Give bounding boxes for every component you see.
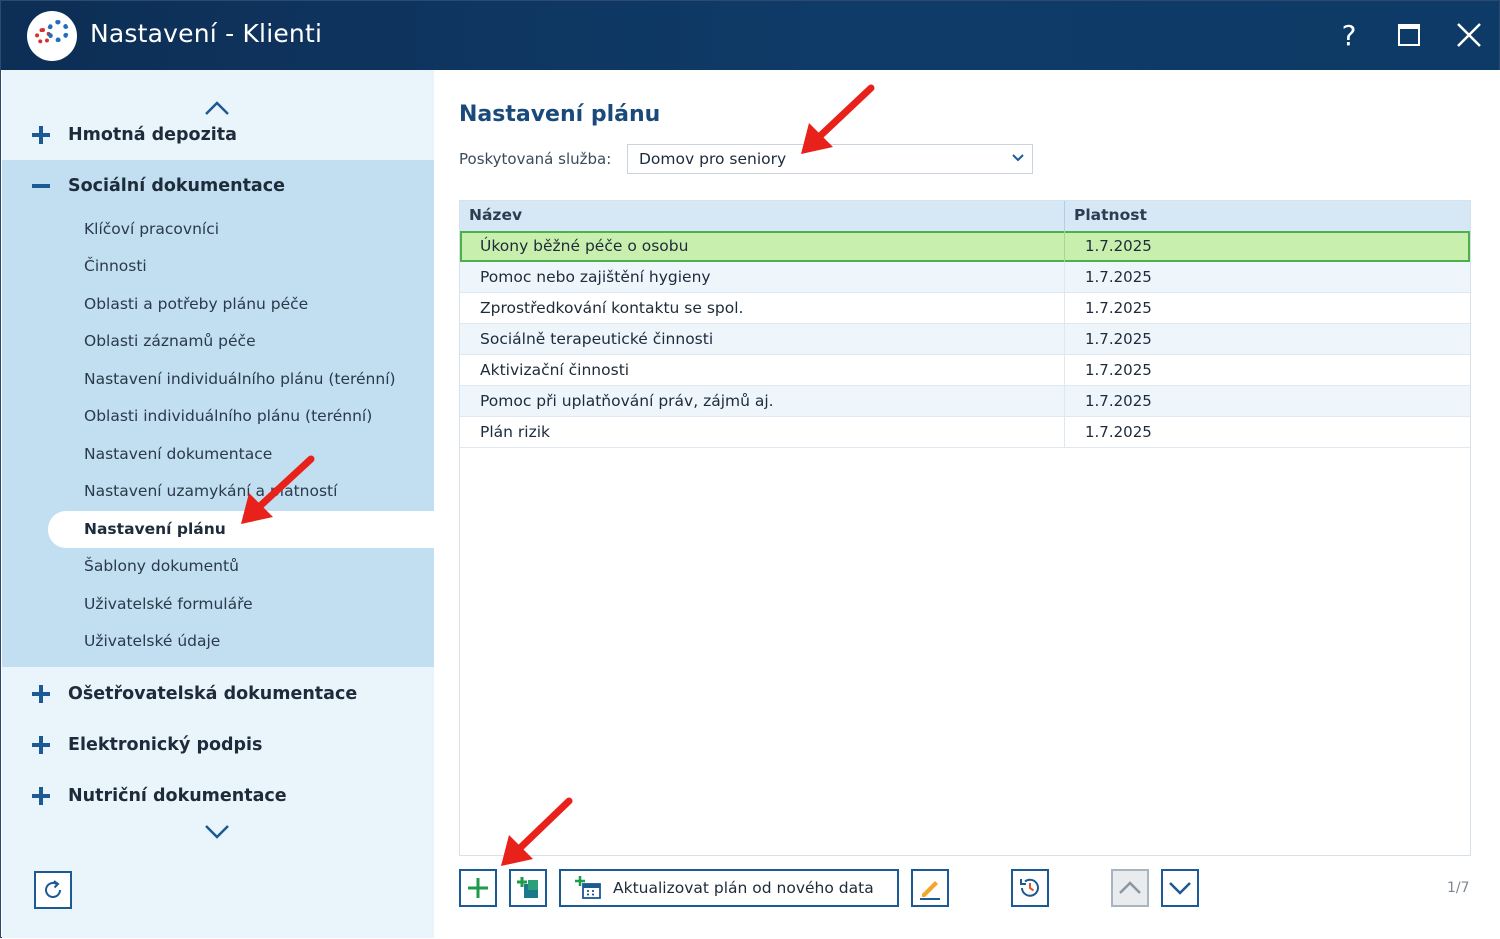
expand-plus-icon [32, 126, 50, 144]
row-validity: 1.7.2025 [1085, 423, 1152, 441]
row-name: Zprostředkování kontaktu se spol. [480, 299, 744, 317]
expand-plus-icon [32, 787, 50, 805]
row-validity: 1.7.2025 [1085, 330, 1152, 348]
history-button[interactable] [1011, 869, 1049, 907]
row-name: Úkony běžné péče o osobu [480, 237, 689, 255]
column-header-validity[interactable]: Platnost [1074, 206, 1147, 224]
column-header-name[interactable]: Název [469, 206, 522, 224]
table-row[interactable]: Pomoc nebo zajištění hygieny 1.7.2025 [460, 262, 1470, 293]
update-plan-button[interactable]: Aktualizovat plán od nového data [559, 869, 899, 907]
refresh-button[interactable] [34, 871, 72, 909]
move-down-button[interactable] [1161, 869, 1199, 907]
window-title: Nastavení - Klienti [90, 19, 323, 48]
sidebar-item-cinnosti[interactable]: Činnosti [84, 248, 147, 285]
table-row[interactable]: Úkony běžné péče o osobu 1.7.2025 [460, 231, 1470, 262]
expand-plus-icon [32, 736, 50, 754]
plus-icon [468, 878, 488, 898]
service-label: Poskytovaná služba: [459, 150, 612, 168]
table-row[interactable]: Zprostředkování kontaktu se spol. 1.7.20… [460, 293, 1470, 324]
scroll-down-icon[interactable] [202, 822, 232, 842]
close-button[interactable] [1449, 15, 1489, 55]
calendar-plus-icon [575, 876, 601, 899]
main-panel: Nastavení plánu Poskytovaná služba: Domo… [434, 70, 1500, 938]
sidebar-item-sablony-dokumentu[interactable]: Šablony dokumentů [84, 548, 239, 585]
sidebar-item-nastaveni-uzamykani[interactable]: Nastavení uzamykání a platností [84, 473, 337, 510]
sidebar-item-uzivatelske-udaje[interactable]: Uživatelské údaje [84, 623, 220, 660]
table-row[interactable]: Sociálně terapeutické činnosti 1.7.2025 [460, 324, 1470, 355]
help-button[interactable]: ? [1329, 15, 1369, 55]
section-socialni-dokumentace[interactable]: Sociální dokumentace [2, 161, 434, 211]
table-row[interactable]: Plán rizik 1.7.2025 [460, 417, 1470, 448]
row-name: Pomoc při uplatňování práv, zájmů aj. [480, 392, 774, 410]
row-validity: 1.7.2025 [1085, 361, 1152, 379]
table-row[interactable]: Aktivizační činnosti 1.7.2025 [460, 355, 1470, 386]
update-plan-label: Aktualizovat plán od nového data [613, 879, 874, 897]
pencil-icon [920, 881, 940, 900]
service-select[interactable]: Domov pro seniory [627, 144, 1033, 174]
refresh-icon [45, 880, 61, 898]
section-label: Nutriční dokumentace [68, 786, 287, 806]
section-label: Elektronický podpis [68, 735, 263, 755]
chevron-up-icon [1119, 881, 1141, 894]
section-elektronicky-podpis[interactable]: Elektronický podpis [2, 720, 434, 770]
page-title: Nastavení plánu [459, 102, 661, 127]
row-name: Plán rizik [480, 423, 550, 441]
plan-table: Název Platnost Úkony běžné péče o osobu … [459, 200, 1471, 856]
sidebar-item-nastaveni-dokumentace[interactable]: Nastavení dokumentace [84, 436, 272, 473]
copy-plus-icon [517, 877, 538, 898]
row-name: Sociálně terapeutické činnosti [480, 330, 714, 348]
sidebar-item-klicovi-pracovnici[interactable]: Klíčoví pracovníci [84, 211, 219, 248]
row-validity: 1.7.2025 [1085, 237, 1152, 255]
expand-plus-icon [32, 685, 50, 703]
section-label: Ošetřovatelská dokumentace [68, 684, 358, 704]
sidebar-item-oblasti-planu-pece[interactable]: Oblasti a potřeby plánu péče [84, 286, 308, 323]
edit-button[interactable] [911, 869, 949, 907]
sidebar-item-active-label: Nastavení plánu [84, 520, 226, 538]
close-icon [1457, 23, 1481, 47]
row-validity: 1.7.2025 [1085, 299, 1152, 317]
section-osetrovatelska-dokumentace[interactable]: Ošetřovatelská dokumentace [2, 669, 434, 719]
collapse-minus-icon [32, 177, 50, 195]
row-name: Aktivizační činnosti [480, 361, 630, 379]
add-button[interactable] [459, 869, 497, 907]
sidebar-item-oblasti-ind-planu[interactable]: Oblasti individuálního plánu (terénní) [84, 398, 372, 435]
section-label: Sociální dokumentace [68, 176, 285, 196]
service-select-value: Domov pro seniory [639, 150, 787, 168]
move-up-button[interactable] [1111, 869, 1149, 907]
sidebar: Hmotná depozita Sociální dokumentace Klí… [2, 70, 434, 938]
sidebar-item-nastaveni-ind-planu[interactable]: Nastavení individuálního plánu (terénní) [84, 361, 396, 398]
row-validity: 1.7.2025 [1085, 268, 1152, 286]
copy-add-button[interactable] [509, 869, 547, 907]
row-name: Pomoc nebo zajištění hygieny [480, 268, 711, 286]
settings-window: Nastavení - Klienti ? Hmotná depozita So… [0, 0, 1500, 938]
section-hmotna-depozita[interactable]: Hmotná depozita [2, 110, 434, 160]
row-validity: 1.7.2025 [1085, 392, 1152, 410]
table-header: Název Platnost [460, 201, 1470, 231]
history-clock-icon [1020, 878, 1039, 897]
maximize-button[interactable] [1389, 15, 1429, 55]
sidebar-item-uzivatelske-formulare[interactable]: Uživatelské formuláře [84, 586, 253, 623]
sidebar-item-oblasti-zaznamu-pece[interactable]: Oblasti záznamů péče [84, 323, 256, 360]
maximize-icon [1398, 24, 1420, 46]
title-bar: Nastavení - Klienti ? [1, 1, 1499, 70]
pager-count: 1/7 [1447, 880, 1470, 896]
chevron-down-icon [1169, 882, 1191, 895]
app-gears-icon [27, 11, 77, 61]
table-row[interactable]: Pomoc při uplatňování práv, zájmů aj. 1.… [460, 386, 1470, 417]
section-label: Hmotná depozita [68, 125, 237, 145]
section-nutricni-dokumentace[interactable]: Nutriční dokumentace [2, 771, 434, 821]
chevron-down-icon [1012, 154, 1024, 162]
